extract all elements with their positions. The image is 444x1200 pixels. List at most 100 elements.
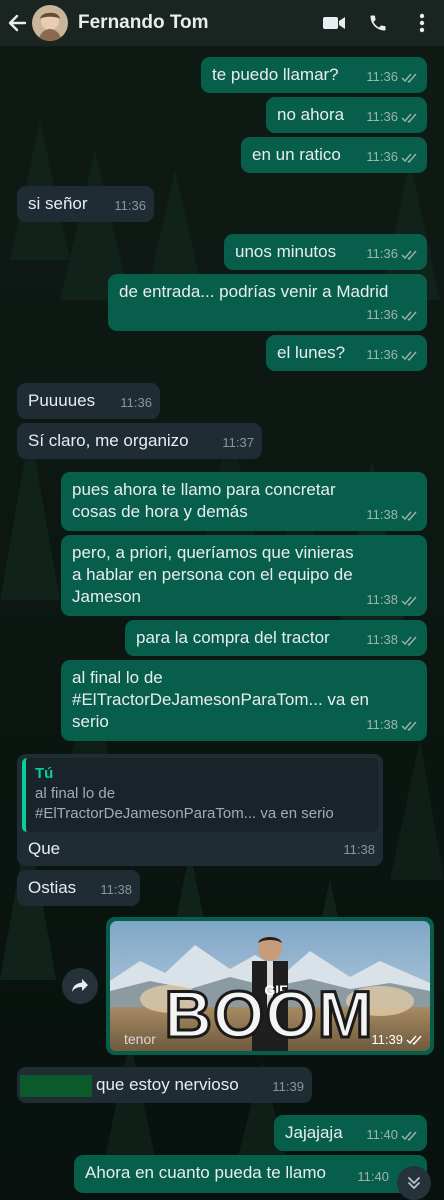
message-meta: 11:36 xyxy=(120,392,152,414)
message-time: 11:40 xyxy=(366,1127,398,1142)
message-meta: 11:36 xyxy=(366,146,419,168)
message-text: Ostias xyxy=(28,878,77,897)
message-meta: 11:39 xyxy=(272,1076,304,1098)
chat-header: Fernando Tom xyxy=(0,0,444,46)
message-text: no ahora xyxy=(277,105,345,124)
message-outgoing[interactable]: el lunes? 11:36 xyxy=(266,335,427,371)
quoted-message[interactable]: Tú al final lo de #ElTractorDeJamesonPar… xyxy=(22,758,378,832)
message-text: Jajajaja xyxy=(285,1123,343,1142)
message-time: 11:36 xyxy=(366,246,398,261)
message-text: al final lo de #ElTractorDeJamesonParaTo… xyxy=(72,668,369,731)
message-time: 11:39 xyxy=(371,1032,403,1047)
message-text: en un ratico xyxy=(252,145,341,164)
read-ticks-icon xyxy=(401,636,417,646)
message-meta: 11:37 xyxy=(222,432,254,454)
message-incoming[interactable]: si señor 11:36 xyxy=(17,186,154,222)
phone-icon xyxy=(370,15,386,31)
message-time: 11:36 xyxy=(366,307,398,322)
read-ticks-icon xyxy=(401,73,417,83)
message-incoming[interactable]: Ostias 11:38 xyxy=(17,870,140,906)
message-meta: 11:40 xyxy=(357,1166,389,1188)
message-meta: 11:38 xyxy=(343,839,375,861)
forward-button[interactable] xyxy=(62,968,98,1004)
read-ticks-icon xyxy=(401,351,417,361)
read-ticks-icon xyxy=(401,311,417,321)
message-meta: 11:36 xyxy=(366,344,419,366)
message-outgoing[interactable]: pues ahora te llamo para concretar cosas… xyxy=(61,472,427,531)
double-chevron-down-icon xyxy=(408,1177,420,1189)
message-outgoing[interactable]: pero, a priori, queríamos que vinieras a… xyxy=(61,535,427,616)
message-text: Ahora en cuanto pueda te llamo xyxy=(85,1163,327,1182)
message-text: Que xyxy=(28,839,61,858)
back-button[interactable] xyxy=(4,0,30,46)
message-meta: 11:39 xyxy=(371,1032,424,1047)
message-meta: 11:36 xyxy=(366,304,419,326)
message-meta: 11:36 xyxy=(366,243,419,265)
message-outgoing[interactable]: de entrada... podrías venir a Madrid 11:… xyxy=(108,274,427,331)
message-outgoing[interactable]: al final lo de #ElTractorDeJamesonParaTo… xyxy=(61,660,427,741)
message-meta: 11:36 xyxy=(366,106,419,128)
message-time: 11:38 xyxy=(366,507,398,522)
redacted-block xyxy=(20,1074,92,1097)
message-incoming[interactable]: que estoy nervioso 11:39 xyxy=(17,1067,312,1103)
read-ticks-icon xyxy=(401,596,417,606)
video-call-icon xyxy=(323,17,345,29)
message-time: 11:39 xyxy=(272,1079,304,1094)
message-meta: 11:40 xyxy=(366,1124,419,1146)
read-ticks-icon xyxy=(401,113,417,123)
more-options-button[interactable] xyxy=(400,0,444,46)
message-meta: 11:38 xyxy=(366,629,419,651)
message-text: Sí claro, me organizo xyxy=(28,431,189,450)
message-text: Puuuues xyxy=(28,391,96,410)
read-ticks-icon xyxy=(406,1035,422,1045)
message-meta: 11:38 xyxy=(366,714,419,736)
message-meta: 11:36 xyxy=(114,195,146,217)
message-outgoing[interactable]: unos minutos 11:36 xyxy=(224,234,427,270)
voice-call-button[interactable] xyxy=(356,0,400,46)
contact-photo xyxy=(32,5,68,41)
contact-name[interactable]: Fernando Tom xyxy=(78,12,312,34)
message-outgoing[interactable]: para la compra del tractor 11:38 xyxy=(125,620,427,656)
message-text: el lunes? xyxy=(277,343,346,362)
video-call-button[interactable] xyxy=(312,0,356,46)
more-vert-icon xyxy=(419,13,425,33)
tenor-watermark: tenor xyxy=(124,1031,156,1047)
message-meta: 11:38 xyxy=(100,879,132,901)
message-time: 11:38 xyxy=(366,632,398,647)
message-text: que estoy nervioso xyxy=(96,1075,239,1094)
message-time: 11:38 xyxy=(100,882,132,897)
message-outgoing[interactable]: en un ratico 11:36 xyxy=(241,137,427,173)
message-incoming[interactable]: Puuuues 11:36 xyxy=(17,383,160,419)
quote-author: Tú xyxy=(35,765,54,782)
read-ticks-icon xyxy=(401,721,417,731)
message-text: unos minutos xyxy=(235,242,337,261)
message-text: pues ahora te llamo para concretar cosas… xyxy=(72,480,336,521)
gif-overlay-text: BOOM xyxy=(163,977,374,1051)
avatar[interactable] xyxy=(32,5,68,41)
message-time: 11:40 xyxy=(357,1169,389,1184)
read-ticks-icon xyxy=(401,153,417,163)
message-outgoing[interactable]: Ahora en cuanto pueda te llamo 11:40 xyxy=(74,1155,427,1193)
message-time: 11:38 xyxy=(366,592,398,607)
scroll-to-bottom-button[interactable] xyxy=(397,1166,431,1200)
message-outgoing[interactable]: te puedo llamar? 11:36 xyxy=(201,57,427,93)
message-text: si señor xyxy=(28,194,88,213)
message-incoming[interactable]: Sí claro, me organizo 11:37 xyxy=(17,423,262,459)
message-time: 11:36 xyxy=(366,69,398,84)
read-ticks-icon xyxy=(401,250,417,260)
message-outgoing-gif[interactable]: GIF BOOM tenor 11:39 xyxy=(106,917,434,1055)
message-time: 11:36 xyxy=(366,347,398,362)
read-ticks-icon xyxy=(401,1131,417,1141)
message-meta: 11:38 xyxy=(366,589,419,611)
message-outgoing[interactable]: no ahora 11:36 xyxy=(266,97,427,133)
message-time: 11:37 xyxy=(222,435,254,450)
message-text: te puedo llamar? xyxy=(212,65,339,84)
message-time: 11:36 xyxy=(120,395,152,410)
read-ticks-icon xyxy=(401,511,417,521)
message-incoming-reply[interactable]: Tú al final lo de #ElTractorDeJamesonPar… xyxy=(17,754,383,866)
message-outgoing[interactable]: Jajajaja 11:40 xyxy=(274,1115,427,1151)
message-text: pero, a priori, queríamos que vinieras a… xyxy=(72,543,354,606)
quote-text: al final lo de #ElTractorDeJamesonParaTo… xyxy=(35,785,334,822)
message-time: 11:36 xyxy=(114,198,146,213)
message-meta: 11:38 xyxy=(366,504,419,526)
